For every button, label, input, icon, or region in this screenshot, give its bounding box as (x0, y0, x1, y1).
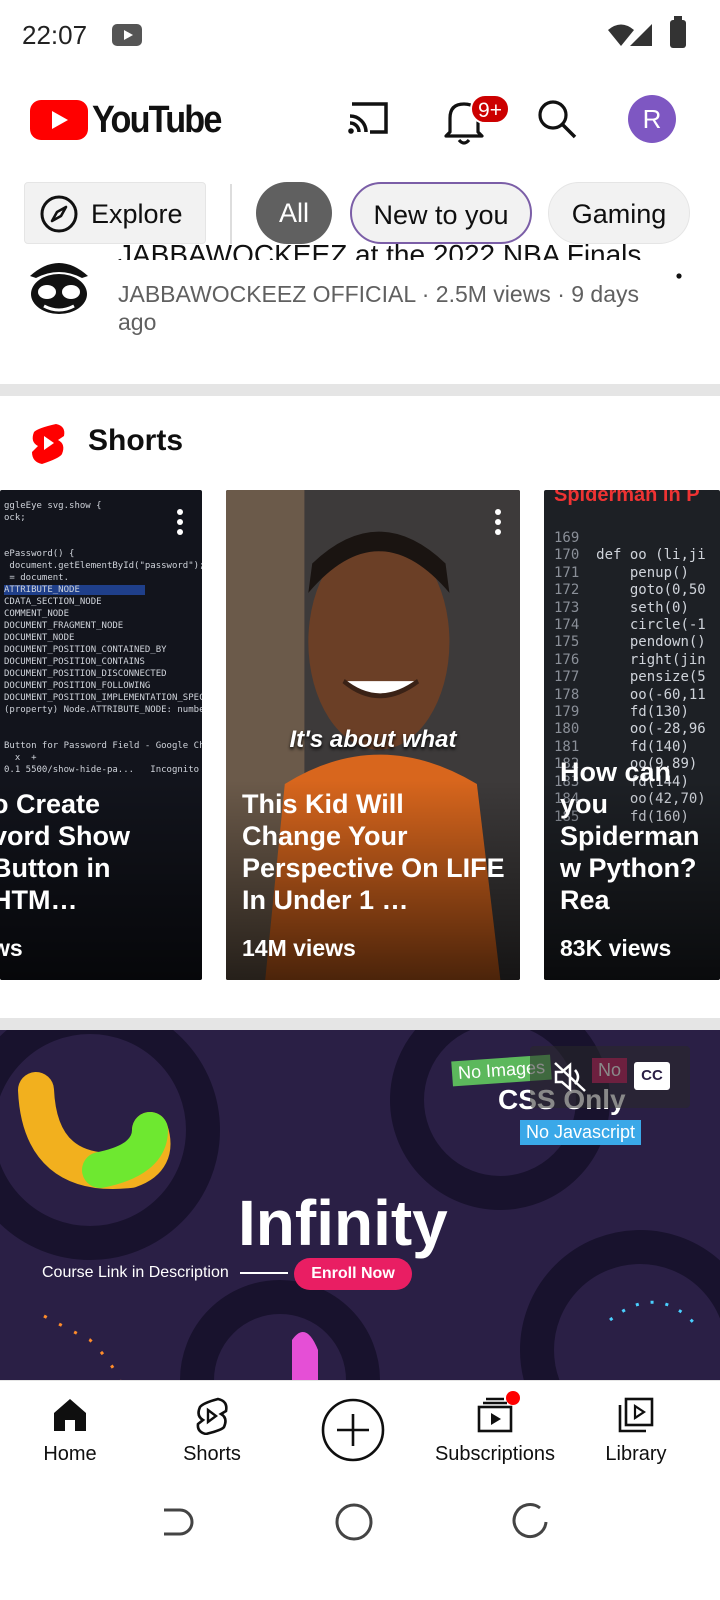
chip-divider (230, 184, 232, 244)
signal-icon (630, 24, 652, 46)
nav-subscriptions[interactable]: Subscriptions (430, 1381, 560, 1481)
new-content-dot (506, 1391, 520, 1405)
shorts-logo-icon (32, 424, 65, 464)
short-views: ws (0, 935, 23, 961)
arrow-icon (240, 1272, 288, 1274)
video-details[interactable]: JABBAWOCKEEZ at the 2022 NBA Finals JABB… (0, 239, 720, 384)
channel-avatar[interactable] (24, 256, 94, 318)
muted-speaker-icon[interactable] (552, 1060, 588, 1094)
video-preview-banner[interactable]: No Images No CSS Only No Javascript CC I… (0, 1030, 720, 1380)
nav-library[interactable]: Library (588, 1381, 684, 1481)
section-divider (0, 384, 720, 396)
video-metadata: JABBAWOCKEEZ OFFICIAL · 2.5M views · 9 d… (118, 281, 640, 335)
system-navigation-bar (0, 1480, 720, 1600)
short-thumbnail: ggleEye svg.show { ock; ePassword() { do… (4, 501, 202, 775)
clock: 22:07 (22, 20, 88, 50)
nav-home[interactable]: Home (20, 1381, 120, 1481)
home-icon (54, 1399, 86, 1431)
chip-all[interactable]: All (256, 182, 332, 244)
nav-subscriptions-label: Subscriptions (434, 1443, 556, 1465)
top-app-bar: YouTube 9+ R (0, 80, 720, 160)
explore-label: Explore (91, 199, 183, 229)
short-card[interactable]: Spiderman in P 169 170 def oo (li,ji 171… (544, 490, 720, 980)
home-circle-icon[interactable] (334, 1502, 374, 1542)
short-title: This Kid Will Change Your Perspective On… (242, 789, 505, 915)
nav-shorts[interactable]: Shorts (162, 1381, 262, 1481)
course-link-text: Course Link in Description (42, 1264, 229, 1281)
short-views: 83K views (560, 935, 672, 961)
chip-gaming[interactable]: Gaming (548, 182, 690, 244)
account-avatar[interactable]: R (628, 95, 676, 143)
back-icon[interactable] (156, 1502, 196, 1542)
library-icon (618, 1397, 654, 1433)
short-more-icon[interactable] (494, 508, 502, 536)
create-plus-icon (321, 1398, 385, 1462)
recents-icon[interactable] (510, 1502, 550, 1542)
chip-new-to-you[interactable]: New to you (350, 182, 532, 244)
youtube-play-icon (30, 100, 88, 140)
short-caption: It's about what (289, 726, 457, 753)
tag-no-javascript: No Javascript (520, 1120, 642, 1145)
nav-create[interactable] (318, 1381, 388, 1481)
short-title: o Create vord Show Button in HTM… (0, 789, 131, 915)
filter-chip-bar: Explore All New to you Gaming (0, 182, 720, 246)
notification-count-badge: 9+ (470, 94, 510, 124)
enroll-now-button: Enroll Now (294, 1258, 412, 1290)
battery-icon (670, 16, 686, 48)
explore-chip[interactable]: Explore (24, 182, 206, 244)
short-card[interactable]: It's about what This Kid Will Change You… (226, 490, 520, 980)
youtube-notification-icon (112, 24, 142, 46)
bottom-navigation: Home Shorts Subscriptions Library (0, 1380, 720, 1480)
captions-button[interactable]: CC (634, 1062, 670, 1090)
shorts-heading: Shorts (88, 424, 184, 457)
section-divider (0, 1018, 720, 1030)
shorts-icon (196, 1397, 228, 1435)
nav-library-label: Library (605, 1443, 667, 1465)
short-views: 14M views (242, 935, 356, 961)
video-title[interactable]: JABBAWOCKEEZ at the 2022 NBA Finals (118, 238, 641, 260)
search-icon[interactable] (536, 98, 578, 140)
short-banner-text: Spiderman in P (554, 490, 700, 506)
compass-icon (40, 195, 78, 233)
preview-headline: Infinity (238, 1187, 448, 1259)
shorts-shelf-header: Shorts (0, 414, 720, 480)
short-more-icon[interactable] (176, 508, 184, 536)
status-bar: 22:07 (0, 0, 720, 72)
nav-shorts-label: Shorts (183, 1443, 241, 1465)
more-options-icon[interactable] (674, 254, 684, 280)
short-title: How can you Spiderman w Python? Rea (560, 757, 700, 915)
cast-icon[interactable] (346, 98, 392, 138)
logo-text: YouTube (92, 98, 222, 141)
nav-home-label: Home (43, 1443, 97, 1465)
youtube-logo[interactable]: YouTube (30, 98, 235, 142)
short-card[interactable]: ggleEye svg.show { ock; ePassword() { do… (0, 490, 202, 980)
